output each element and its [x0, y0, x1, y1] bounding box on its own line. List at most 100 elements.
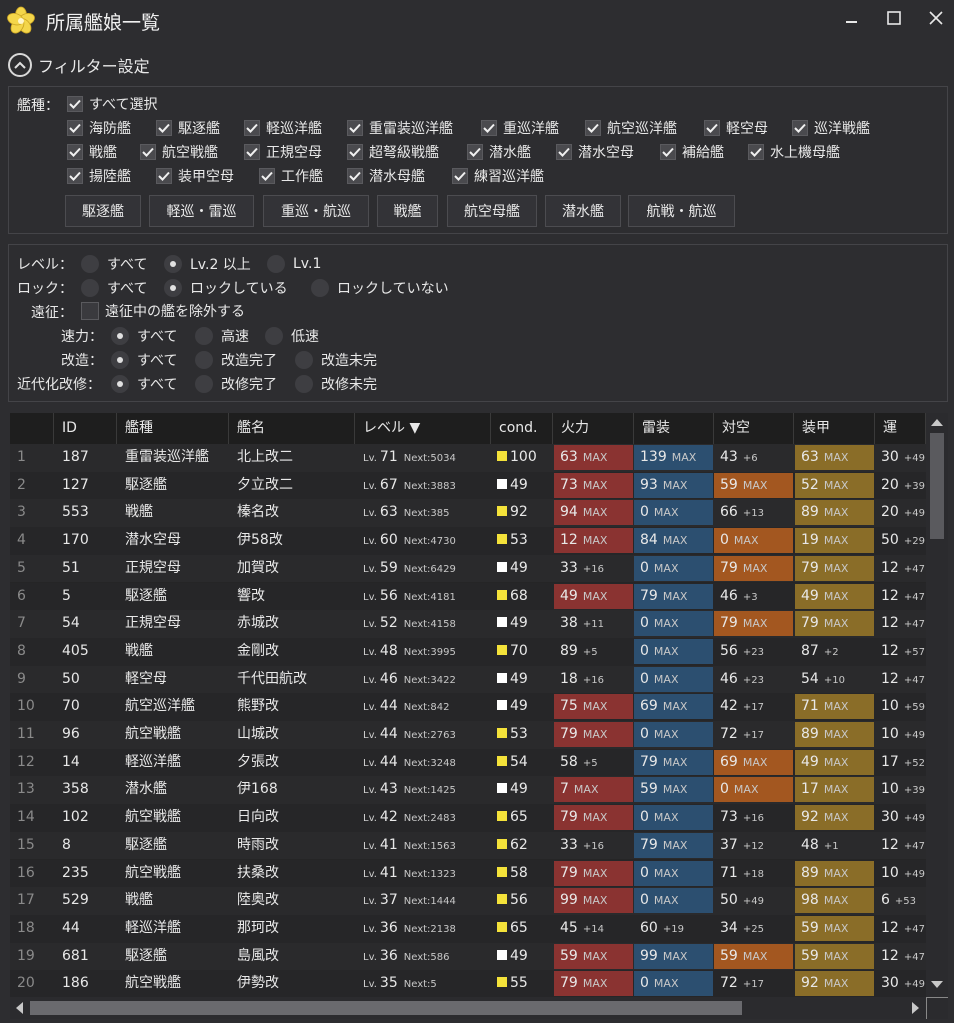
preset-button-5[interactable]: 潜水艦 [545, 195, 621, 227]
header-armor[interactable]: 装甲 [794, 413, 875, 444]
type-checkbox-2[interactable]: 軽巡洋艦 [244, 118, 322, 138]
table-row[interactable]: 15 8 駆逐艦 時雨改 Lv. 41 Next:1563 62 33 +16 79 MAX 37 +12… [10, 831, 926, 860]
table-row[interactable]: 20 186 航空戦艦 伊勢改 Lv. 35 Next:5 55 79 MAX 0 MAX 72 +17 9… [10, 970, 926, 997]
speed-radio-2[interactable]: 低速 [265, 326, 319, 346]
type-checkbox-19[interactable]: 潜水母艦 [347, 166, 425, 186]
scroll-down-icon[interactable] [931, 981, 943, 989]
type-checkbox-13[interactable]: 潜水空母 [556, 142, 634, 162]
type-checkbox-6[interactable]: 軽空母 [704, 118, 768, 138]
table-row[interactable]: 17 529 戦艦 陸奥改 Lv. 37 Next:1444 56 99 MAX 0 MAX 50 +49… [10, 887, 926, 915]
level-radio-2[interactable]: Lv.1 [267, 254, 321, 274]
type-checkbox-17[interactable]: 装甲空母 [156, 166, 234, 186]
scroll-right-icon[interactable] [912, 1002, 920, 1014]
exclude-expedition-checkbox[interactable]: 遠征中の艦を除外する [81, 301, 245, 321]
remodel-radio-0[interactable]: すべて [111, 350, 177, 370]
ship-id: 187 [62, 449, 89, 465]
preset-button-0[interactable]: 駆逐艦 [65, 195, 141, 227]
stat-torpedo: 79 MAX [634, 583, 713, 609]
header-torpedo[interactable]: 雷装 [634, 413, 714, 444]
table-row[interactable]: 3 553 戦艦 榛名改 Lv. 63 Next:385 92 94 MAX 0 MAX 66 +13 89… [10, 499, 926, 528]
table-row[interactable]: 5 51 正規空母 加賀改 Lv. 59 Next:6429 49 33 +16 0 MAX 79 MAX… [10, 554, 926, 583]
table-row[interactable]: 10 70 航空巡洋艦 熊野改 Lv. 44 Next:842 49 75 MAX 69 MAX 42 +… [10, 693, 926, 721]
type-checkbox-11[interactable]: 超弩級戦艦 [347, 142, 439, 162]
checkbox-check-icon [347, 168, 363, 184]
preset-button-2[interactable]: 重巡・航巡 [263, 195, 369, 227]
stat-torpedo: 0 MAX [634, 805, 713, 831]
type-checkbox-4[interactable]: 重巡洋艦 [481, 118, 559, 138]
horizontal-scroll-thumb[interactable] [30, 1001, 742, 1015]
preset-button-1[interactable]: 軽巡・雷巡 [149, 195, 254, 227]
table-row[interactable]: 19 681 駆逐艦 島風改 Lv. 36 Next:586 49 59 MAX 99 MAX 59 MA… [10, 942, 926, 971]
close-button[interactable] [916, 4, 954, 32]
modernize-radio-1[interactable]: 改修完了 [195, 374, 277, 394]
table-row[interactable]: 9 50 軽空母 千代田航改 Lv. 46 Next:3422 49 18 +16 0 MAX 46 +2… [10, 665, 926, 694]
type-checkbox-0[interactable]: 海防艦 [67, 118, 131, 138]
header-antiair[interactable]: 対空 [714, 413, 794, 444]
header-type[interactable]: 艦種 [117, 413, 229, 444]
type-checkbox-18[interactable]: 工作艦 [259, 166, 323, 186]
header-name[interactable]: 艦名 [229, 413, 355, 444]
header-id[interactable]: ID [54, 413, 117, 444]
select-all-checkbox[interactable]: すべて選択 [67, 94, 157, 114]
level-radio-1[interactable]: Lv.2 以上 [164, 254, 251, 274]
stat-luck: 12 +47 [881, 615, 925, 632]
minimize-button[interactable] [832, 4, 872, 32]
checkbox-check-icon [244, 120, 260, 136]
remodel-radio-1[interactable]: 改造完了 [195, 350, 277, 370]
preset-button-4[interactable]: 航空母艦 [447, 195, 537, 227]
ship-level: Lv. 42 Next:2483 [363, 809, 456, 826]
table-row[interactable]: 18 44 軽巡洋艦 那珂改 Lv. 36 Next:2138 65 45 +14 60 +19 34 +… [10, 914, 926, 943]
type-checkbox-8[interactable]: 戦艦 [67, 142, 117, 162]
horizontal-scrollbar[interactable] [10, 997, 926, 1019]
stat-firepower: 79 MAX [554, 971, 633, 997]
table-row[interactable]: 8 405 戦艦 金剛改 Lv. 48 Next:3995 70 89 +5 0 MAX 56 +23 87… [10, 637, 926, 666]
table-row[interactable]: 14 102 航空戦艦 日向改 Lv. 42 Next:2483 65 79 MAX 0 MAX 73 +… [10, 804, 926, 832]
header-level[interactable]: レベル ▼ [355, 413, 491, 444]
preset-button-6[interactable]: 航戦・航巡 [628, 195, 735, 227]
type-checkbox-7[interactable]: 巡洋戦艦 [792, 118, 870, 138]
header-cond[interactable]: cond. [491, 413, 553, 444]
table-row[interactable]: 11 96 航空戦艦 山城改 Lv. 44 Next:2763 53 79 MAX 0 MAX 72 +1… [10, 721, 926, 749]
table-row[interactable]: 6 5 駆逐艦 響改 Lv. 56 Next:4181 68 49 MAX 79 MAX 46 +3 49 M… [10, 582, 926, 611]
filter-toggle[interactable]: フィルター設定 [8, 52, 150, 78]
type-checkbox-12[interactable]: 潜水艦 [467, 142, 531, 162]
vertical-scrollbar[interactable] [926, 413, 948, 997]
modernize-radio-2[interactable]: 改修未完 [295, 374, 377, 394]
type-checkbox-3[interactable]: 重雷装巡洋艦 [347, 118, 453, 138]
scroll-left-icon[interactable] [15, 1002, 23, 1014]
maximize-button[interactable] [874, 4, 914, 32]
header-firepower[interactable]: 火力 [553, 413, 634, 444]
remodel-radio-2[interactable]: 改造未完 [295, 350, 377, 370]
lock-radio-0[interactable]: すべて [81, 278, 147, 298]
type-checkbox-14[interactable]: 補給艦 [660, 142, 724, 162]
header-luck[interactable]: 運 [875, 413, 926, 444]
table-row[interactable]: 7 54 正規空母 赤城改 Lv. 52 Next:4158 49 38 +11 0 MAX 79 MAX… [10, 610, 926, 638]
vertical-scroll-thumb[interactable] [930, 433, 944, 539]
level-radio-0[interactable]: すべて [81, 254, 147, 274]
table-row[interactable]: 16 235 航空戦艦 扶桑改 Lv. 41 Next:1323 58 79 MAX 0 MAX 71 +… [10, 859, 926, 888]
table-row[interactable]: 2 127 駆逐艦 夕立改二 Lv. 67 Next:3883 49 73 MAX 93 MAX 59 M… [10, 471, 926, 500]
collapse-icon[interactable] [8, 53, 32, 77]
table-row[interactable]: 12 14 軽巡洋艦 夕張改 Lv. 44 Next:3248 54 58 +5 79 MAX 69 MA… [10, 748, 926, 777]
preset-button-3[interactable]: 戦艦 [377, 195, 438, 227]
ship-type: 航空戦艦 [125, 975, 181, 992]
table-row[interactable]: 4 170 潜水空母 伊58改 Lv. 60 Next:4730 53 12 MAX 84 MAX 0 M… [10, 527, 926, 555]
resize-grip[interactable] [926, 997, 948, 1019]
type-checkbox-20[interactable]: 練習巡洋艦 [452, 166, 544, 186]
table-row[interactable]: 13 358 潜水艦 伊168 Lv. 43 Next:1425 49 7 MAX 59 MAX 0 MA… [10, 776, 926, 805]
speed-radio-0[interactable]: すべて [111, 326, 177, 346]
type-checkbox-10[interactable]: 正規空母 [244, 142, 322, 162]
speed-radio-1[interactable]: 高速 [195, 326, 249, 346]
lock-radio-2[interactable]: ロックしていない [311, 278, 449, 298]
table-row[interactable]: 1 187 重雷装巡洋艦 北上改二 Lv. 71 Next:5034 100 63 MAX 139 M… [10, 444, 926, 472]
type-checkbox-5[interactable]: 航空巡洋艦 [585, 118, 677, 138]
ship-name: 榛名改 [237, 504, 279, 521]
cond-indicator [497, 589, 507, 600]
scroll-up-icon[interactable] [931, 418, 943, 426]
type-checkbox-16[interactable]: 揚陸艦 [67, 166, 131, 186]
lock-radio-1[interactable]: ロックしている [164, 278, 288, 298]
type-checkbox-9[interactable]: 航空戦艦 [140, 142, 218, 162]
modernize-radio-0[interactable]: すべて [111, 374, 177, 394]
type-checkbox-15[interactable]: 水上機母艦 [748, 142, 840, 162]
type-checkbox-1[interactable]: 駆逐艦 [156, 118, 220, 138]
